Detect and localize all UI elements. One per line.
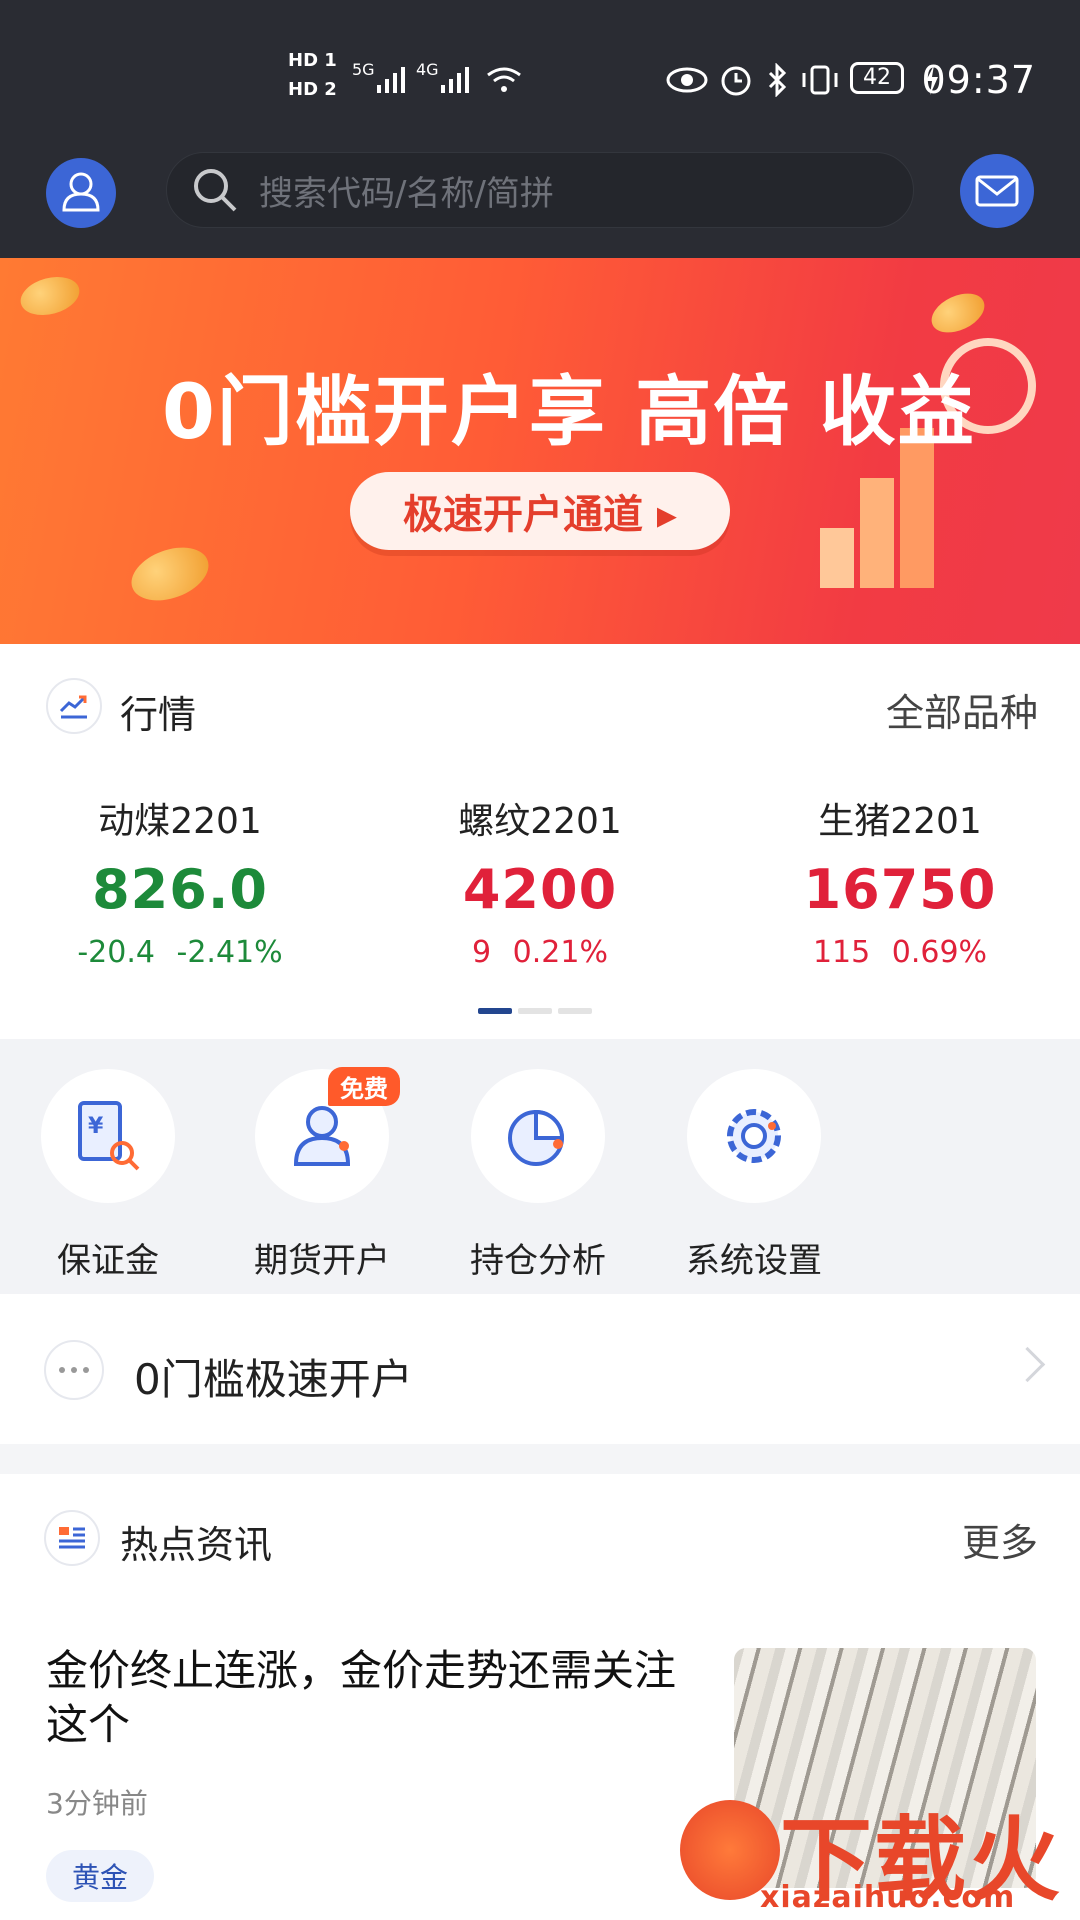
mail-icon (975, 175, 1019, 207)
sim1-label: HD 1 (288, 50, 337, 71)
bar-decoration (860, 478, 894, 588)
banner-title: 0门槛开户享 高倍 收益 (162, 367, 976, 456)
shortcut-label: 保证金 (57, 1241, 159, 1281)
user-avatar-icon (62, 172, 100, 212)
quote-card[interactable]: 动煤2201 826.0 -20.4 -2.41% (10, 792, 350, 970)
shortcut-grid: ¥ 保证金 免费 期货开户 持仓分析 系统设置 (0, 1039, 1080, 1294)
quote-change: 115 0.69% (812, 935, 988, 970)
quote-change: -20.4 -2.41% (77, 935, 283, 970)
open-account-button[interactable]: 极速开户通道 ▸ (350, 472, 730, 550)
watermark-url: xiazaihuo.com (760, 1880, 1016, 1915)
market-section: 行情 全部品种 动煤2201 826.0 -20.4 -2.41% 螺纹2201… (0, 644, 1080, 1039)
wifi-icon (484, 60, 524, 100)
more-dots-icon (44, 1340, 104, 1400)
coin-decoration (925, 285, 991, 341)
sim-indicator: HD 1 HD 2 (288, 50, 337, 110)
gear-icon (727, 1109, 781, 1163)
bar-decoration (820, 528, 854, 588)
shortcut-label: 系统设置 (686, 1241, 822, 1281)
quote-price: 826.0 (92, 858, 268, 921)
trend-chart-icon (46, 678, 102, 734)
pie-chart-icon (508, 1109, 565, 1166)
status-bar: HD 1 HD 2 5G 4G 42 09:37 (0, 0, 1080, 140)
free-badge: 免费 (328, 1067, 400, 1106)
bluetooth-icon (766, 60, 788, 100)
carousel-dot (478, 1008, 512, 1014)
clock: 09:37 (921, 58, 1036, 102)
quote-change: 9 0.21% (472, 935, 608, 970)
eye-icon (666, 60, 708, 100)
deposit-search-icon: ¥ (78, 1101, 140, 1171)
news-headline[interactable]: 金价终止连涨，金价走势还需关注这个 (46, 1644, 686, 1752)
messages-button[interactable] (960, 154, 1034, 228)
shortcut-settings[interactable]: 系统设置 (664, 1069, 844, 1282)
quote-name: 生猪2201 (818, 801, 982, 842)
all-varieties-link[interactable]: 全部品种 (886, 682, 1038, 737)
search-input[interactable]: 搜索代码/名称/简拼 (259, 166, 554, 215)
quote-card[interactable]: 生猪2201 16750 115 0.69% (730, 792, 1070, 970)
quote-name: 螺纹2201 (458, 801, 622, 842)
profile-button[interactable] (46, 158, 116, 228)
vibrate-icon (800, 60, 840, 100)
signal-bars-icon (376, 67, 405, 93)
market-title: 行情 (120, 693, 197, 737)
coin-decoration (16, 270, 84, 322)
alarm-icon (718, 60, 754, 100)
shortcut-open-futures[interactable]: 免费 期货开户 (232, 1067, 412, 1282)
watermark: 下载火 xiazaihuo.com (640, 1780, 1080, 1920)
news-icon (44, 1510, 100, 1566)
signal-4g: 4G (416, 60, 473, 100)
battery-indicator: 42 (850, 62, 904, 94)
shortcut-deposit[interactable]: ¥ 保证金 (18, 1069, 198, 1282)
quote-price: 16750 (803, 858, 997, 921)
news-tag[interactable]: 黄金 (46, 1850, 155, 1902)
news-title: 热点资讯 (120, 1523, 273, 1567)
carousel-dot (518, 1008, 552, 1014)
shortcut-position-analysis[interactable]: 持仓分析 (448, 1069, 628, 1282)
quote-price: 4200 (462, 858, 618, 921)
quick-open-label: 0门槛极速开户 (134, 1355, 413, 1404)
chevron-right-icon (1009, 1346, 1046, 1383)
carousel-dot (558, 1008, 592, 1014)
news-time: 3分钟前 (46, 1787, 148, 1820)
svg-text:¥: ¥ (88, 1114, 104, 1139)
user-account-icon (293, 1106, 351, 1166)
carousel-indicator (478, 1008, 592, 1014)
signal-bars-icon (440, 67, 469, 93)
signal-5g: 5G (352, 60, 409, 100)
more-news-link[interactable]: 更多 (962, 1512, 1038, 1567)
sim2-label: HD 2 (288, 79, 337, 100)
coin-decoration (124, 537, 216, 611)
quick-open-row[interactable]: 0门槛极速开户 (0, 1294, 1080, 1444)
quote-name: 动煤2201 (98, 801, 262, 842)
search-bar[interactable]: 搜索代码/名称/简拼 (166, 152, 914, 228)
shortcut-label: 持仓分析 (470, 1241, 606, 1281)
search-icon (194, 169, 237, 212)
promo-banner[interactable]: 0门槛开户享 高倍 收益 极速开户通道 ▸ (0, 258, 1080, 644)
shortcut-label: 期货开户 (254, 1241, 390, 1281)
quote-card[interactable]: 螺纹2201 4200 9 0.21% (370, 792, 710, 970)
